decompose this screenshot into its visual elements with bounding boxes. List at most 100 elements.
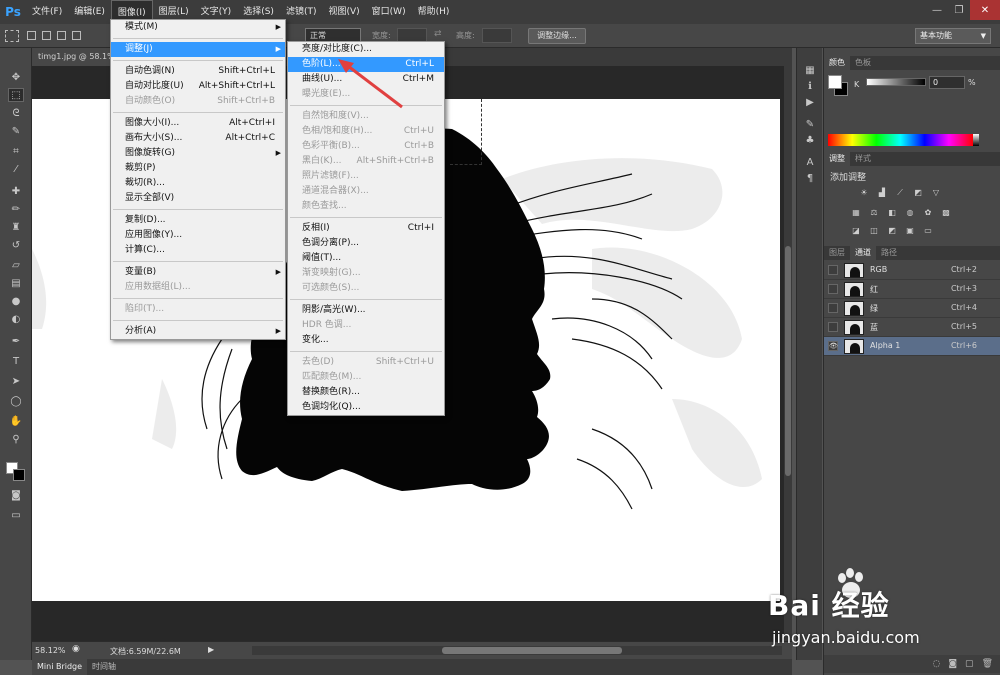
vibrance-adjust-icon[interactable]: ▽ — [930, 188, 942, 198]
history-panel-icon[interactable]: ▦ — [802, 64, 818, 78]
tab-swatches[interactable]: 色板 — [850, 56, 876, 70]
levels-adjust-icon[interactable]: ▟ — [876, 188, 888, 198]
zoom-tool-icon[interactable]: ⚲ — [8, 432, 24, 446]
clone-source-panel-icon[interactable]: ♣ — [802, 134, 818, 148]
clone-stamp-tool-icon[interactable]: ♜ — [8, 220, 24, 234]
image-menu-item[interactable]: 裁剪(P) — [111, 161, 285, 176]
tab-mini-bridge[interactable]: Mini Bridge — [32, 659, 88, 675]
zoom-level[interactable]: 58.12% — [35, 646, 66, 655]
threshold-adjust-icon[interactable]: ◩ — [886, 226, 898, 236]
visibility-eye-icon[interactable] — [828, 322, 838, 332]
refine-edge-button[interactable]: 调整边缘... — [528, 28, 586, 44]
marquee-tool-icon[interactable] — [5, 29, 19, 42]
horizontal-scrollbar[interactable] — [252, 646, 782, 655]
pen-tool-icon[interactable]: ✒ — [8, 334, 24, 348]
channel-row[interactable]: 蓝 Ctrl+5 — [824, 318, 1000, 337]
brush-panel-icon[interactable]: ✎ — [802, 118, 818, 132]
image-menu-item[interactable]: 分析(A) ▶ — [111, 324, 285, 339]
eraser-tool-icon[interactable]: ▱ — [8, 258, 24, 272]
paragraph-panel-icon[interactable]: ¶ — [802, 172, 818, 186]
image-menu-item[interactable]: 自动色调(N) Shift+Ctrl+L — [111, 64, 285, 79]
image-menu-item[interactable]: 复制(D)... — [111, 213, 285, 228]
image-menu-item[interactable]: 变量(B) ▶ — [111, 265, 285, 280]
actions-panel-icon[interactable]: ▶ — [802, 96, 818, 110]
adjust-menu-item[interactable]: 色调分离(P)... — [288, 236, 444, 251]
posterize-adjust-icon[interactable]: ◫ — [868, 226, 880, 236]
quick-select-tool-icon[interactable]: ✎ — [8, 124, 24, 138]
menu-0[interactable]: 文件(F) — [26, 0, 68, 24]
vertical-scroll-thumb[interactable] — [785, 246, 791, 476]
quick-mask-icon[interactable]: ◙ — [8, 488, 24, 502]
tab-layers[interactable]: 图层 — [824, 246, 850, 260]
tab-adjustments[interactable]: 调整 — [824, 152, 850, 166]
photo-filter-adjust-icon[interactable]: ◍ — [904, 208, 916, 218]
menu-7[interactable]: 视图(V) — [322, 0, 365, 24]
image-menu-item[interactable]: 图像旋转(G) ▶ — [111, 146, 285, 161]
tab-timeline[interactable]: 时间轴 — [87, 659, 121, 675]
eyedropper-tool-icon[interactable]: ⁄ — [8, 162, 24, 176]
adjust-menu-item[interactable]: 色调均化(Q)... — [288, 400, 444, 415]
workspace-select[interactable]: 基本功能 ▼ — [915, 28, 991, 44]
brightness-adjust-icon[interactable]: ☀ — [858, 188, 870, 198]
image-menu-item[interactable]: 裁切(R)... — [111, 176, 285, 191]
crop-tool-icon[interactable]: ⌗ — [8, 144, 24, 158]
subtract-selection-icon[interactable] — [57, 31, 66, 40]
image-menu-item[interactable]: 自动对比度(U) Alt+Shift+Ctrl+L — [111, 79, 285, 94]
ellipse-tool-icon[interactable]: ◯ — [8, 394, 24, 408]
height-field[interactable] — [482, 28, 512, 43]
adjust-menu-item[interactable]: 变化... — [288, 333, 444, 348]
properties-panel-icon[interactable]: ℹ — [802, 80, 818, 94]
add-selection-icon[interactable] — [42, 31, 51, 40]
visibility-eye-icon[interactable] — [828, 303, 838, 313]
k-slider[interactable] — [866, 78, 926, 86]
path-select-tool-icon[interactable]: ➤ — [8, 374, 24, 388]
screen-mode-icon[interactable]: ▭ — [8, 508, 24, 522]
background-color[interactable] — [13, 469, 25, 481]
status-menu-icon[interactable]: ◉ — [72, 644, 80, 654]
type-tool-icon[interactable]: T — [8, 354, 24, 368]
image-menu-item[interactable]: 应用图像(Y)... — [111, 228, 285, 243]
channel-row[interactable]: 👁 Alpha 1 Ctrl+6 — [824, 337, 1000, 356]
channel-row[interactable]: RGB Ctrl+2 — [824, 261, 1000, 280]
hand-tool-icon[interactable]: ✋ — [8, 414, 24, 428]
new-selection-icon[interactable] — [27, 31, 36, 40]
character-panel-icon[interactable]: A — [802, 156, 818, 170]
restore-button[interactable]: ❐ — [948, 0, 970, 20]
tab-styles[interactable]: 样式 — [850, 152, 876, 166]
k-value-field[interactable]: 0 — [929, 76, 965, 89]
visibility-eye-icon[interactable] — [828, 265, 838, 275]
close-button[interactable]: ✕ — [970, 0, 1000, 20]
image-menu-item[interactable]: 调整(J) ▶ — [111, 42, 285, 57]
tab-channels[interactable]: 通道 — [850, 246, 876, 260]
hue-sat-adjust-icon[interactable]: ▦ — [850, 208, 862, 218]
selective-color-adjust-icon[interactable]: ▣ — [904, 226, 916, 236]
adjust-menu-item[interactable]: 反相(I) Ctrl+I — [288, 221, 444, 236]
menu-6[interactable]: 滤镜(T) — [280, 0, 323, 24]
bw-adjust-icon[interactable]: ◧ — [886, 208, 898, 218]
healing-brush-tool-icon[interactable]: ✚ — [8, 184, 24, 198]
menu-9[interactable]: 帮助(H) — [412, 0, 456, 24]
panel-foreground-swatch[interactable] — [828, 75, 842, 89]
channel-row[interactable]: 红 Ctrl+3 — [824, 280, 1000, 299]
curves-adjust-icon[interactable]: ⟋ — [894, 188, 906, 198]
brush-tool-icon[interactable]: ✏ — [8, 202, 24, 216]
color-balance-adjust-icon[interactable]: ⚖ — [868, 208, 880, 218]
image-menu-item[interactable]: 图像大小(I)... Alt+Ctrl+I — [111, 116, 285, 131]
menu-1[interactable]: 编辑(E) — [68, 0, 111, 24]
move-tool-icon[interactable]: ✥ — [8, 70, 24, 84]
invert-adjust-icon[interactable]: ◪ — [850, 226, 862, 236]
menu-8[interactable]: 窗口(W) — [366, 0, 412, 24]
exposure-adjust-icon[interactable]: ◩ — [912, 188, 924, 198]
blur-tool-icon[interactable]: ● — [8, 294, 24, 308]
history-brush-tool-icon[interactable]: ↺ — [8, 238, 24, 252]
minimize-button[interactable]: — — [926, 0, 948, 20]
swap-icon[interactable]: ⇄ — [434, 29, 442, 39]
lasso-tool-icon[interactable]: ᘓ — [8, 106, 24, 120]
dodge-tool-icon[interactable]: ◐ — [8, 312, 24, 326]
horizontal-scroll-thumb[interactable] — [442, 647, 622, 654]
visibility-eye-icon[interactable]: 👁 — [828, 341, 838, 351]
color-lookup-adjust-icon[interactable]: ▩ — [940, 208, 952, 218]
channel-mixer-adjust-icon[interactable]: ✿ — [922, 208, 934, 218]
adjust-menu-item[interactable]: 阴影/高光(W)... — [288, 303, 444, 318]
adjust-menu-item[interactable]: 替换颜色(R)... — [288, 385, 444, 400]
